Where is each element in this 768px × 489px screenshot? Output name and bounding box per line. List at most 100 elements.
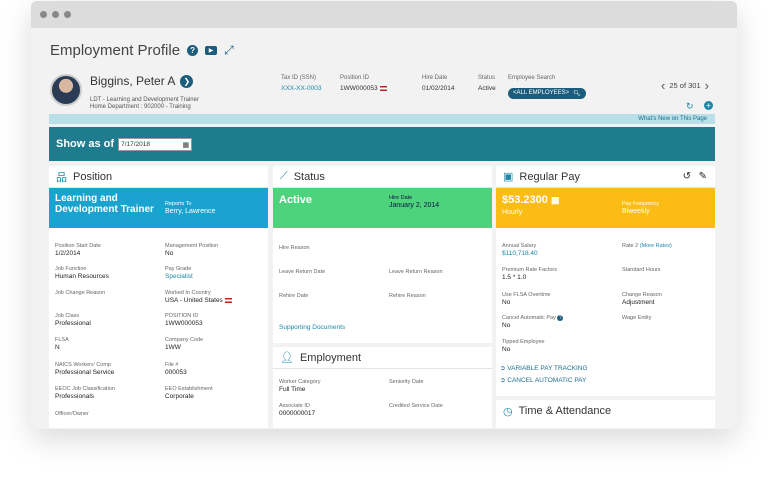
- pager-text: 25 of 301: [669, 81, 701, 90]
- employee-search-field: Employee Search <ALL EMPLOYEES> 🔍︎: [508, 75, 586, 99]
- position-card-header: 品 Position: [49, 166, 268, 188]
- field-job-change-reason: Job Change Reason: [55, 290, 105, 296]
- field-change-reason: Change Reason Adjustment: [622, 292, 662, 306]
- status-field: Status Active: [478, 75, 496, 92]
- help-icon[interactable]: ?: [187, 45, 199, 56]
- regular-pay-card: ▣ Regular Pay ↺ ✎ $53.2300 ▦ Hourly Pay …: [496, 166, 715, 396]
- field-label: Seniority Date: [389, 379, 424, 385]
- field-eeoc: EEOC Job Classification Professionals: [55, 386, 115, 400]
- field-value: Full Time: [279, 386, 306, 393]
- field-eeo-establishment: EEO Establishment Corporate: [165, 386, 213, 400]
- annual-salary-link[interactable]: $110,718.40: [502, 250, 538, 257]
- field-rate2: Rate 2 (More Rates): [622, 243, 672, 249]
- window-dot: [64, 11, 71, 18]
- hire-date-value: 01/02/2014: [422, 85, 455, 92]
- status-band: Active Hire Date January 2, 2014: [273, 188, 492, 228]
- field-annual-salary: Annual Salary $110,718.40: [502, 243, 538, 257]
- employee-job: LDT - Learning and Development Trainer: [90, 97, 199, 103]
- status-state: Active: [279, 194, 313, 206]
- field-file-no: File #000053: [165, 362, 187, 376]
- edit-icon[interactable]: ✎: [699, 171, 707, 182]
- field-value: Professionals: [55, 393, 95, 400]
- position-band: Learning and Development Trainer Reports…: [49, 188, 268, 228]
- field-value: 000053: [165, 369, 187, 376]
- refresh-icon[interactable]: ↻: [686, 101, 694, 112]
- position-id-value-row: 1WW000053: [340, 85, 387, 92]
- pay-amount: $53.2300: [502, 194, 548, 206]
- pay-unit: Hourly: [502, 209, 523, 216]
- supporting-documents-link[interactable]: Supporting Documents: [279, 324, 345, 331]
- calendar-icon[interactable]: ▦: [182, 140, 189, 152]
- regular-pay-band: $53.2300 ▦ Hourly Pay Frequency Biweekly: [496, 188, 715, 228]
- add-icon[interactable]: +: [704, 101, 713, 110]
- time-attendance-card-header: ◷ Time & Attendance: [496, 400, 715, 422]
- arrow-right-icon[interactable]: ❯: [180, 74, 194, 88]
- field-leave-return-date: Leave Return Date: [279, 269, 325, 275]
- org-chart-icon: 品: [56, 171, 67, 184]
- employment-card: 👤︎ Employment Worker Category Full Time S…: [273, 347, 492, 428]
- field-label: Credited Service Date: [389, 403, 443, 409]
- field-value: No: [502, 322, 511, 329]
- show-as-of-date-input[interactable]: 7/17/2018 ▦: [118, 137, 193, 152]
- chevron-right-icon[interactable]: ›: [705, 78, 709, 93]
- field-worked-in-country: Worked In Country USA - United States: [165, 290, 232, 304]
- clock-icon: ◷: [503, 405, 513, 418]
- calculator-icon[interactable]: ▦: [551, 195, 560, 205]
- field-leave-return-reason: Leave Return Reason: [389, 269, 443, 275]
- history-icon[interactable]: ↺: [683, 171, 691, 182]
- field-value: Human Resources: [55, 273, 109, 280]
- us-flag-icon: [224, 297, 232, 303]
- employee-name-row: Biggins, Peter A ❯: [90, 74, 194, 88]
- variable-pay-link[interactable]: ➲ VARIABLE PAY TRACKING: [500, 364, 588, 372]
- page-title: Employment Profile: [50, 42, 181, 59]
- position-card-title: Position: [73, 170, 113, 183]
- chevron-left-icon[interactable]: ‹: [661, 78, 665, 93]
- status-hire-date-label: Hire Date: [389, 195, 413, 201]
- field-label: FLSA: [55, 337, 69, 343]
- window-dot: [40, 11, 47, 18]
- pay-grade-link[interactable]: Specialist: [165, 273, 193, 280]
- pay-frequency: Biweekly: [622, 208, 650, 215]
- whats-new-link[interactable]: What's New on This Page: [49, 114, 715, 124]
- line-chart-icon: ⟋: [280, 170, 288, 182]
- field-premium-rate: Premium Rate Factors 1.5 * 1.0: [502, 267, 557, 281]
- field-associate-id: Associate ID 0000000017: [279, 403, 315, 417]
- person-icon: 👤︎: [280, 352, 294, 364]
- expand-icon[interactable]: ⤢: [224, 43, 234, 58]
- field-cancel-auto-pay: Cancel Automatic Pay ? No: [502, 315, 564, 329]
- tax-id-value[interactable]: XXX-XX-0003: [281, 85, 321, 92]
- field-label: Position Start Date: [55, 243, 101, 249]
- us-flag-icon: [379, 85, 387, 91]
- field-label: Pay Grade: [165, 266, 192, 272]
- status-value: Active: [478, 85, 496, 92]
- help-icon[interactable]: ?: [557, 315, 564, 321]
- field-job-function: Job Function Human Resources: [55, 266, 109, 280]
- variable-pay-label: VARIABLE PAY TRACKING: [507, 365, 588, 372]
- field-label: Associate ID: [279, 403, 310, 409]
- field-flsa: FLSA N: [55, 337, 69, 351]
- field-label: EEOC Job Classification: [55, 386, 115, 392]
- field-start-date: Position Start Date 1/2/2014: [55, 243, 101, 257]
- field-label: Annual Salary: [502, 243, 537, 249]
- position-job-title: Learning and Development Trainer: [55, 193, 154, 215]
- field-value: No: [502, 299, 511, 306]
- field-label: Premium Rate Factors: [502, 267, 558, 273]
- tax-id-field: Tax ID (SSN) XXX-XX-0003: [281, 75, 321, 92]
- more-rates-link[interactable]: (More Rates): [640, 243, 672, 249]
- employee-search-pill[interactable]: <ALL EMPLOYEES> 🔍︎: [508, 87, 586, 99]
- cancel-auto-pay-link[interactable]: ➲ CANCEL AUTOMATIC PAY: [500, 376, 586, 384]
- field-value: 1WW000053: [165, 320, 203, 327]
- field-company-code: Company Code 1WW: [165, 337, 203, 351]
- app-content: Employment Profile ? ▶ ⤢ Biggins, Peter …: [31, 28, 737, 429]
- field-label: Management Position: [165, 243, 219, 249]
- pay-amount-row: $53.2300 ▦: [502, 194, 559, 206]
- field-label: Change Reason: [622, 292, 662, 298]
- regular-pay-card-header: ▣ Regular Pay ↺ ✎: [496, 166, 715, 188]
- field-label: Cancel Automatic Pay: [502, 315, 556, 321]
- field-label: Leave Return Date: [279, 269, 326, 275]
- video-icon[interactable]: ▶: [205, 46, 218, 55]
- tax-id-label: Tax ID (SSN): [281, 75, 317, 81]
- field-credited-service: Credited Service Date: [389, 403, 443, 409]
- field-value: 1.5 * 1.0: [502, 274, 527, 281]
- field-value: 0000000017: [279, 410, 316, 417]
